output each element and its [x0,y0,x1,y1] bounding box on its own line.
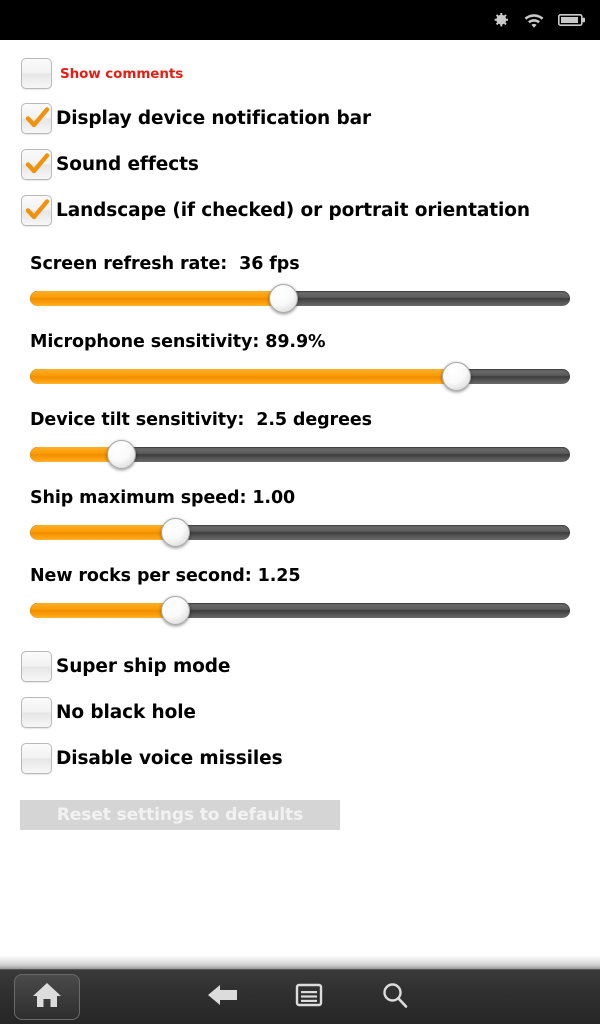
checkbox-row-display-notification-bar[interactable]: Display device notification bar [0,103,600,134]
slider-new-rocks-per-second[interactable] [30,596,570,625]
settings-gear-icon [490,10,510,30]
slider-device-tilt-sensitivity[interactable] [30,440,570,469]
checkbox-show-comments[interactable] [21,58,52,89]
settings-content: Show comments Display device notificatio… [0,40,600,955]
checkbox-no-black-hole[interactable] [21,697,52,728]
slider-microphone-sensitivity[interactable] [30,362,570,391]
slider-label-microphone-sensitivity: Microphone sensitivity: 89.9% [30,332,326,352]
slider-fill [30,603,176,618]
menu-icon [295,982,323,1012]
checkbox-label-super-ship-mode: Super ship mode [56,656,231,677]
checkbox-label-disable-voice-missiles: Disable voice missiles [56,748,283,769]
status-bar [0,0,600,40]
search-icon [381,981,409,1013]
checkbox-label-display-notification-bar: Display device notification bar [56,108,372,129]
nav-back-button[interactable] [200,974,246,1020]
slider-fill [30,525,176,540]
checkbox-disable-voice-missiles[interactable] [21,743,52,774]
system-nav-bar [0,969,600,1024]
slider-group-device-tilt-sensitivity: Device tilt sensitivity: 2.5 degrees [0,410,600,469]
slider-thumb[interactable] [441,362,471,391]
slider-track [30,525,570,540]
battery-icon [558,12,586,28]
app-screen: Show comments Display device notificatio… [0,0,600,1024]
slider-fill [30,291,284,306]
checkbox-row-super-ship-mode[interactable]: Super ship mode [0,651,600,682]
checkmark-icon [25,107,50,128]
nav-bar-separator [0,955,600,969]
checkbox-label-landscape-orientation: Landscape (if checked) or portrait orien… [56,200,530,221]
slider-group-screen-refresh-rate: Screen refresh rate: 36 fps [0,254,600,313]
nav-center-buttons [200,974,418,1020]
checkbox-sound-effects[interactable] [21,149,52,180]
slider-fill [30,369,457,384]
checkbox-super-ship-mode[interactable] [21,651,52,682]
slider-label-screen-refresh-rate: Screen refresh rate: 36 fps [30,254,300,274]
back-arrow-icon [206,982,240,1012]
nav-home-button[interactable] [14,974,80,1020]
slider-group-new-rocks-per-second: New rocks per second: 1.25 [0,566,600,625]
slider-track [30,603,570,618]
slider-ship-maximum-speed[interactable] [30,518,570,547]
slider-label-new-rocks-per-second: New rocks per second: 1.25 [30,566,301,586]
slider-thumb[interactable] [160,518,190,547]
status-bar-icons [490,10,586,30]
nav-menu-button[interactable] [286,974,332,1020]
checkbox-row-show-comments[interactable]: Show comments [0,58,600,89]
checkbox-display-notification-bar[interactable] [21,103,52,134]
checkbox-row-disable-voice-missiles[interactable]: Disable voice missiles [0,743,600,774]
slider-label-device-tilt-sensitivity: Device tilt sensitivity: 2.5 degrees [30,410,372,430]
home-icon [32,981,62,1013]
checkbox-row-sound-effects[interactable]: Sound effects [0,149,600,180]
checkmark-icon [25,199,50,220]
checkbox-landscape-orientation[interactable] [21,195,52,226]
checkbox-label-sound-effects: Sound effects [56,154,199,175]
slider-label-ship-maximum-speed: Ship maximum speed: 1.00 [30,488,296,508]
reset-settings-button[interactable]: Reset settings to defaults [20,800,340,830]
checkmark-icon [25,153,50,174]
checkbox-row-landscape-orientation[interactable]: Landscape (if checked) or portrait orien… [0,195,600,226]
slider-screen-refresh-rate[interactable] [30,284,570,313]
slider-track [30,369,570,384]
slider-thumb[interactable] [106,440,136,469]
slider-track [30,291,570,306]
nav-search-button[interactable] [372,974,418,1020]
slider-thumb[interactable] [268,284,298,313]
checkbox-row-no-black-hole[interactable]: No black hole [0,697,600,728]
slider-thumb[interactable] [160,596,190,625]
wifi-icon [523,11,545,29]
slider-group-ship-maximum-speed: Ship maximum speed: 1.00 [0,488,600,547]
checkbox-label-show-comments: Show comments [60,65,184,82]
checkbox-label-no-black-hole: No black hole [56,702,196,723]
slider-group-microphone-sensitivity: Microphone sensitivity: 89.9% [0,332,600,391]
